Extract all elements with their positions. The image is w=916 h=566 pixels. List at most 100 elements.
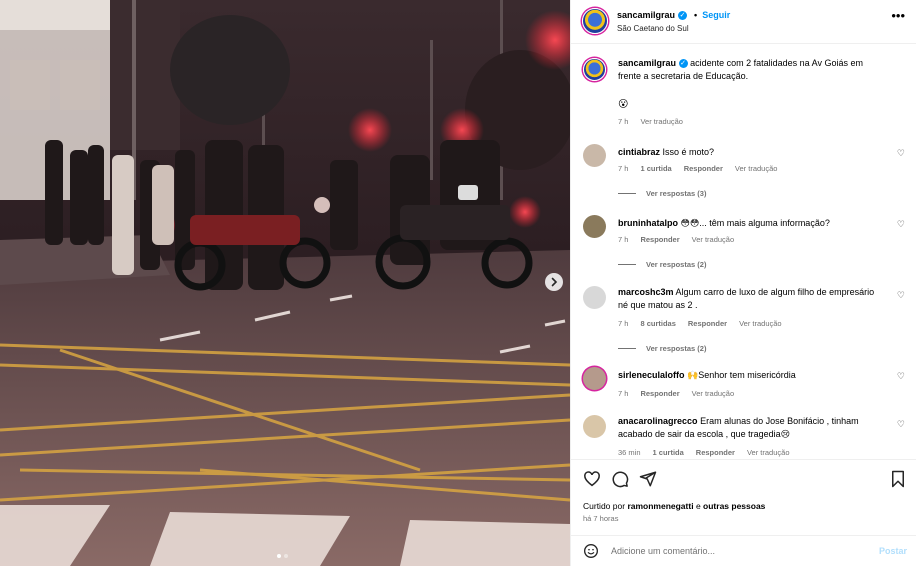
header-separator: •	[694, 10, 698, 20]
emoji-icon	[584, 544, 598, 558]
translate-link[interactable]: Ver tradução	[739, 319, 782, 328]
comment-username[interactable]: anacarolinagrecco	[618, 416, 698, 426]
comment-like-button[interactable]: ♡	[897, 290, 905, 301]
post-header: sancamilgrau ✓ • Seguir São Caetano do S…	[571, 0, 916, 44]
heart-icon: ♡	[896, 148, 905, 158]
liked-by-prefix: Curtido por	[583, 501, 626, 511]
comments-list[interactable]: sancamilgrau ✓ acidente com 2 fatalidade…	[571, 44, 916, 459]
heart-icon: ♡	[896, 419, 905, 429]
bookmark-icon	[892, 470, 904, 488]
comment-username[interactable]: cintiabraz	[618, 147, 660, 157]
post-location[interactable]: São Caetano do Sul	[617, 24, 689, 33]
comment-item: cintiabraz Isso é moto? 7 h 1 curtida Re…	[583, 144, 905, 204]
reply-button[interactable]: Responder	[696, 448, 735, 457]
comment-meta: 7 h Responder Ver tradução	[618, 389, 734, 398]
like-button[interactable]	[583, 470, 601, 488]
accident-scene-image	[0, 0, 570, 566]
comment-text: sirleneculaloffo 🙌Senhor tem misericórdi…	[618, 369, 883, 382]
translate-link[interactable]: Ver tradução	[692, 389, 735, 398]
author-avatar[interactable]	[583, 58, 606, 81]
emoji-button[interactable]	[583, 543, 599, 559]
comment-item: sirleneculaloffo 🙌Senhor tem misericórdi…	[583, 367, 905, 407]
commenter-avatar[interactable]	[583, 367, 606, 390]
comment-body: 😳😳... têm mais alguma informação?	[680, 218, 830, 228]
comment-like-button[interactable]: ♡	[897, 371, 905, 382]
reply-button[interactable]: Responder	[688, 319, 727, 328]
comment-username[interactable]: marcoshc3m	[618, 287, 674, 297]
liked-by-others[interactable]: outras pessoas	[703, 501, 765, 511]
comment-text: bruninhatalpo 😳😳... têm mais alguma info…	[618, 217, 883, 230]
comment-text: anacarolinagrecco Eram alunas do Jose Bo…	[618, 415, 883, 441]
comment-meta: 7 h Responder Ver tradução	[618, 235, 734, 244]
comment-input[interactable]	[611, 542, 861, 560]
commenter-avatar[interactable]	[583, 144, 606, 167]
carousel-next-button[interactable]	[545, 273, 563, 291]
more-options-button[interactable]: •••	[891, 9, 905, 22]
view-replies-label: Ver respostas (3)	[646, 189, 707, 198]
comment-button[interactable]	[611, 470, 629, 488]
commenter-avatar[interactable]	[583, 215, 606, 238]
liked-by-suffix: e	[695, 501, 701, 511]
caption-emoji: 😮	[618, 99, 629, 110]
carousel-dot-active	[277, 554, 281, 558]
comment-body: Isso é moto?	[662, 147, 715, 157]
comment-likes[interactable]: 1 curtida	[640, 164, 671, 173]
caption-meta: 7 h Ver tradução	[618, 117, 683, 126]
heart-icon	[584, 471, 600, 487]
post-photo[interactable]	[0, 0, 570, 566]
comment-likes[interactable]: 1 curtida	[653, 448, 684, 457]
comment-like-button[interactable]: ♡	[897, 219, 905, 230]
share-button[interactable]	[639, 470, 657, 488]
comment-username[interactable]: bruninhatalpo	[618, 218, 678, 228]
caption-username[interactable]: sancamilgrau	[618, 58, 676, 68]
comment-meta: 7 h 8 curtidas Responder Ver tradução	[618, 319, 782, 328]
comment-like-button[interactable]: ♡	[897, 419, 905, 430]
liked-by: Curtido por ramonmenegatti e outras pess…	[583, 501, 765, 511]
translate-link[interactable]: Ver tradução	[692, 235, 735, 244]
comment-item: marcoshc3m Algum carro de luxo de algum …	[583, 286, 905, 358]
comment-time: 7 h	[618, 235, 629, 244]
liked-by-user[interactable]: ramonmenegatti	[627, 501, 693, 511]
comment-likes[interactable]: 8 curtidas	[640, 319, 675, 328]
chevron-right-icon	[551, 277, 558, 287]
post-actions: Curtido por ramonmenegatti e outras pess…	[571, 459, 916, 535]
commenter-avatar[interactable]	[583, 415, 606, 438]
author-username[interactable]: sancamilgrau	[617, 10, 675, 20]
post-sidebar: sancamilgrau ✓ • Seguir São Caetano do S…	[570, 0, 916, 566]
heart-icon: ♡	[896, 371, 905, 381]
comment-time: 7 h	[618, 164, 629, 173]
view-replies-button[interactable]: Ver respostas (2)	[618, 260, 706, 269]
comment-text: cintiabraz Isso é moto?	[618, 146, 883, 159]
view-replies-label: Ver respostas (2)	[646, 344, 707, 353]
translate-link[interactable]: Ver tradução	[747, 448, 790, 457]
view-replies-button[interactable]: Ver respostas (2)	[618, 344, 706, 353]
share-icon	[639, 471, 657, 487]
caption-translate-link[interactable]: Ver tradução	[640, 117, 683, 126]
save-button[interactable]	[889, 470, 907, 488]
commenter-avatar[interactable]	[583, 286, 606, 309]
comment-composer: Postar	[571, 535, 916, 566]
reply-button[interactable]: Responder	[684, 164, 723, 173]
carousel-indicator	[277, 554, 288, 558]
comment-like-button[interactable]: ♡	[897, 148, 905, 159]
caption-text: sancamilgrau ✓ acidente com 2 fatalidade…	[618, 57, 883, 83]
heart-icon: ♡	[896, 219, 905, 229]
follow-button[interactable]: Seguir	[702, 10, 730, 20]
comment-item: anacarolinagrecco Eram alunas do Jose Bo…	[583, 415, 905, 459]
post-comment-button[interactable]: Postar	[879, 546, 907, 556]
comment-time: 7 h	[618, 389, 629, 398]
comment-text: marcoshc3m Algum carro de luxo de algum …	[618, 286, 883, 312]
translate-link[interactable]: Ver tradução	[735, 164, 778, 173]
caption-time: 7 h	[618, 117, 629, 126]
reply-button[interactable]: Responder	[640, 235, 679, 244]
view-replies-button[interactable]: Ver respostas (3)	[618, 189, 706, 198]
comment-time: 36 min	[618, 448, 641, 457]
comment-time: 7 h	[618, 319, 629, 328]
post-timestamp[interactable]: há 7 horas	[583, 514, 618, 523]
comment-username[interactable]: sirleneculaloffo	[618, 370, 685, 380]
author-avatar[interactable]	[582, 8, 608, 34]
reply-button[interactable]: Responder	[640, 389, 679, 398]
comment-item: bruninhatalpo 😳😳... têm mais alguma info…	[583, 215, 905, 275]
comment-body: 🙌Senhor tem misericórdia	[687, 370, 796, 380]
verified-badge-icon: ✓	[678, 10, 688, 20]
